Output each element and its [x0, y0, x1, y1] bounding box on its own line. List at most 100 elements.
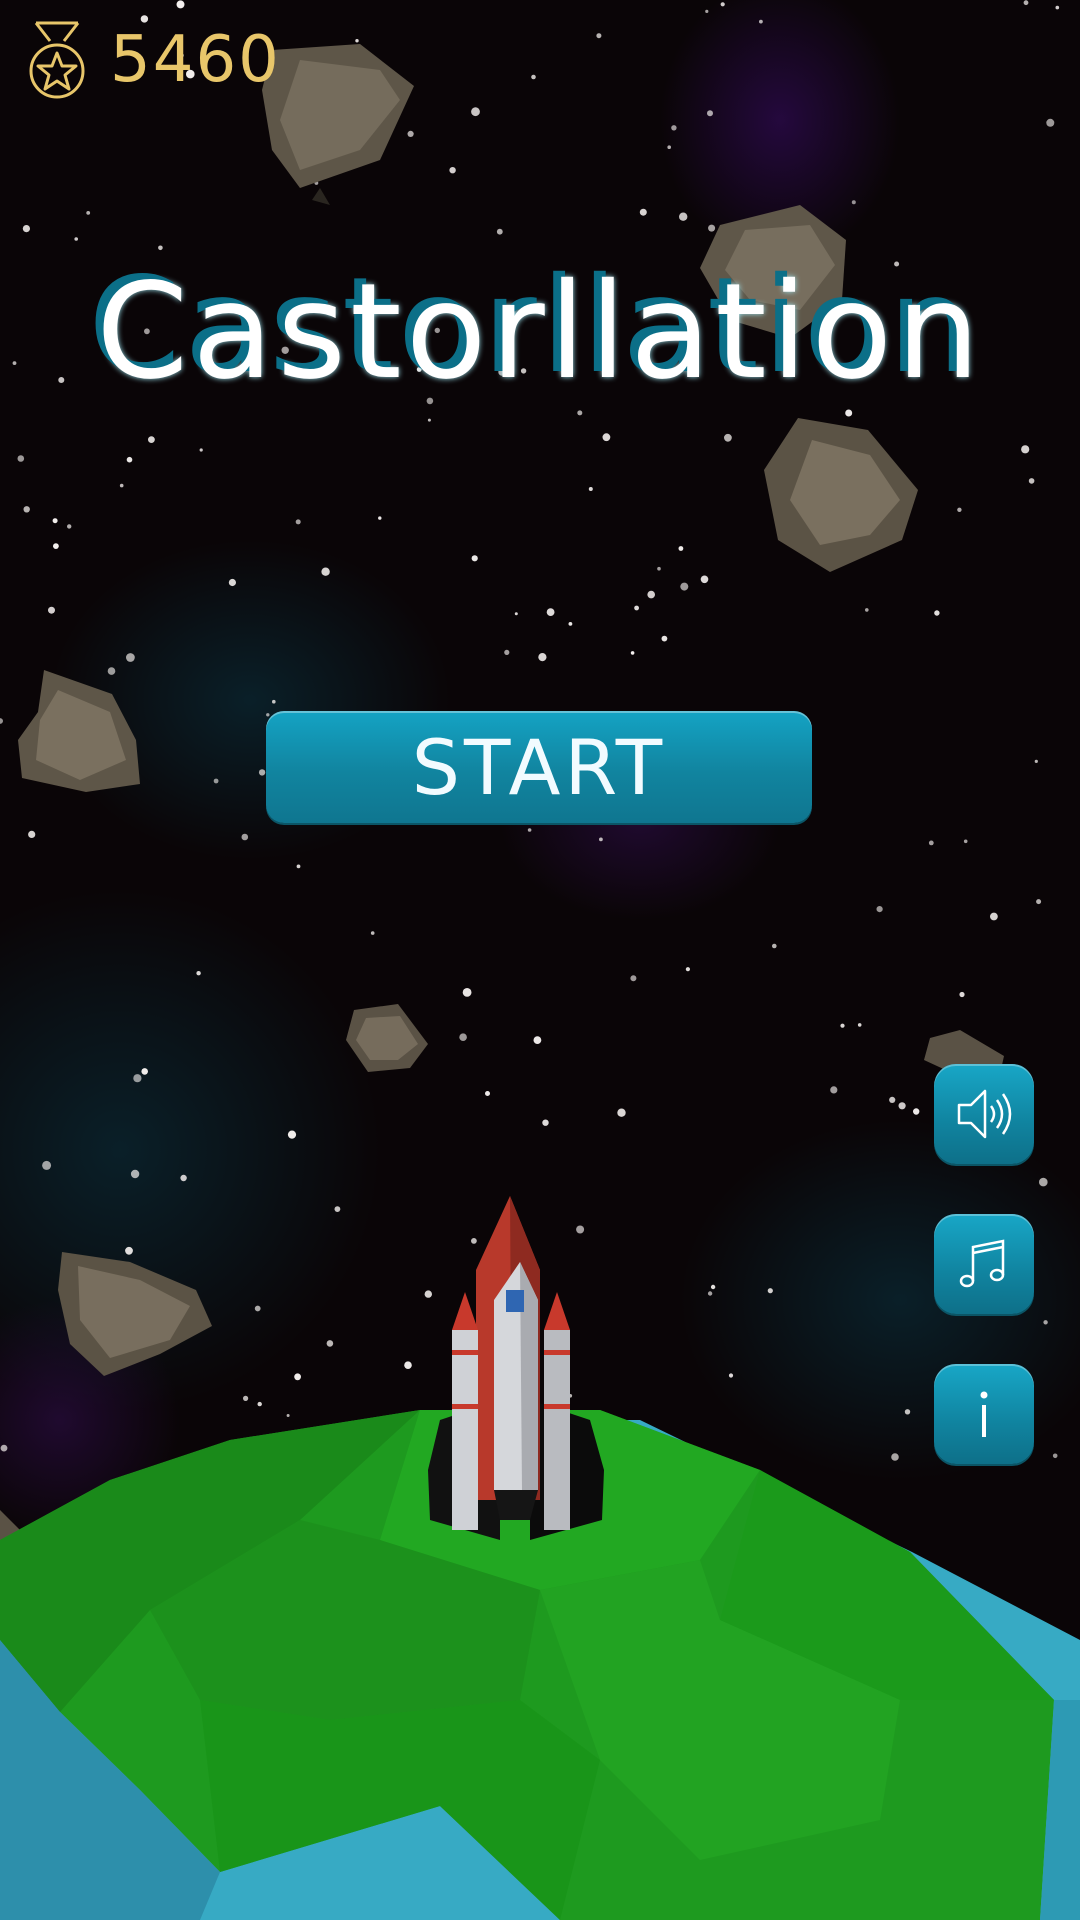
- star: [294, 1373, 301, 1381]
- info-button[interactable]: [934, 1364, 1034, 1464]
- star: [158, 245, 163, 251]
- star: [514, 612, 518, 616]
- star: [496, 228, 503, 235]
- info-icon: [980, 1391, 988, 1437]
- star: [326, 1340, 334, 1347]
- star: [857, 1023, 862, 1027]
- star: [576, 1225, 585, 1234]
- star: [1023, 0, 1029, 6]
- star: [1052, 1453, 1058, 1459]
- star: [685, 967, 691, 972]
- star: [876, 906, 883, 913]
- star: [266, 713, 270, 717]
- star: [48, 606, 55, 614]
- score-display: 5460: [28, 20, 281, 100]
- star: [334, 1206, 341, 1212]
- start-button[interactable]: START: [266, 711, 812, 823]
- star: [286, 1414, 290, 1417]
- star: [296, 864, 301, 869]
- star: [724, 433, 732, 442]
- star: [728, 1373, 734, 1378]
- star: [830, 1086, 838, 1094]
- star: [928, 840, 934, 846]
- star: [180, 1174, 187, 1182]
- star: [196, 971, 201, 976]
- star: [705, 9, 709, 13]
- star: [527, 828, 532, 832]
- star: [370, 931, 375, 935]
- star: [1036, 899, 1042, 905]
- star: [1028, 478, 1035, 484]
- game-title: Castorllation: [96, 255, 984, 409]
- music-button[interactable]: [934, 1214, 1034, 1314]
- star: [504, 649, 510, 656]
- star: [538, 653, 547, 662]
- star: [141, 1068, 148, 1075]
- star: [634, 605, 639, 611]
- star: [840, 1023, 845, 1028]
- star: [630, 651, 635, 655]
- star: [258, 769, 266, 776]
- star: [647, 590, 655, 599]
- star: [533, 1036, 542, 1044]
- star: [679, 212, 688, 221]
- star: [599, 837, 603, 842]
- star: [708, 224, 716, 232]
- medal-star-icon: [29, 21, 85, 99]
- star: [67, 524, 72, 529]
- star: [602, 433, 611, 442]
- star: [596, 33, 602, 39]
- star: [957, 507, 962, 512]
- star: [667, 145, 671, 149]
- star: [133, 1074, 142, 1083]
- rocket: [428, 1196, 604, 1540]
- star: [889, 1096, 896, 1103]
- star: [130, 1169, 140, 1179]
- star: [125, 653, 135, 662]
- star: [213, 778, 219, 784]
- star: [471, 1238, 477, 1244]
- asteroid: [764, 418, 918, 572]
- star: [176, 0, 185, 9]
- star: [52, 518, 58, 524]
- star: [678, 546, 684, 551]
- star: [891, 1453, 899, 1461]
- star: [485, 1091, 490, 1096]
- star: [22, 225, 30, 233]
- star: [710, 1284, 716, 1290]
- star: [990, 912, 998, 921]
- star: [459, 1033, 467, 1041]
- star: [148, 436, 155, 443]
- star: [257, 1401, 262, 1407]
- star: [228, 578, 236, 587]
- star: [845, 409, 853, 417]
- star: [851, 200, 856, 205]
- star: [700, 575, 709, 584]
- star: [0, 1444, 8, 1452]
- star: [0, 718, 3, 724]
- star: [199, 448, 203, 452]
- star: [272, 699, 276, 704]
- music-note-icon: [959, 1239, 1005, 1288]
- star: [546, 608, 555, 616]
- asteroid: [262, 44, 414, 205]
- star: [630, 975, 637, 982]
- sound-button[interactable]: [934, 1064, 1034, 1164]
- speaker-icon: [957, 1089, 1012, 1139]
- star: [680, 582, 689, 591]
- star: [427, 418, 431, 422]
- star: [1046, 118, 1055, 127]
- star: [126, 456, 133, 463]
- star: [577, 410, 583, 416]
- star: [913, 1108, 920, 1115]
- star: [107, 667, 116, 675]
- star: [568, 622, 573, 626]
- star: [241, 833, 249, 841]
- star: [254, 1305, 261, 1312]
- score-value: 5460: [110, 23, 281, 97]
- star: [904, 1409, 911, 1415]
- star: [462, 988, 472, 997]
- star: [287, 1130, 297, 1139]
- star: [617, 1108, 626, 1117]
- star: [119, 483, 124, 488]
